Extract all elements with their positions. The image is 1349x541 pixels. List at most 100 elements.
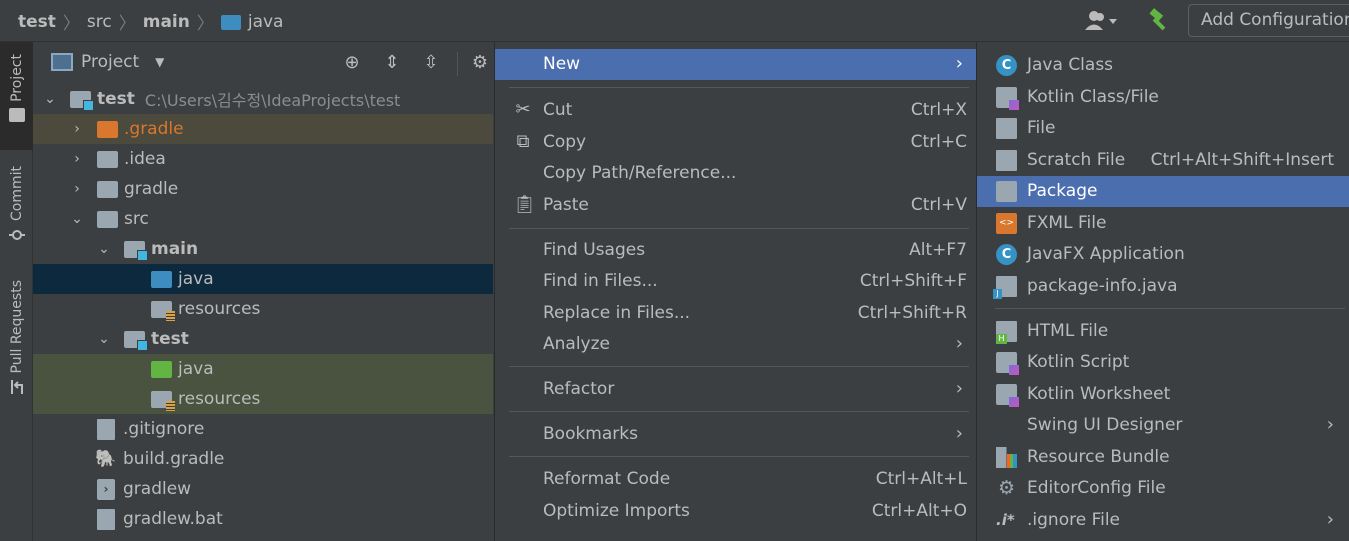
chevron-right-icon: › (955, 53, 963, 74)
menu-item-optimize-imports[interactable]: Optimize Imports Ctrl+Alt+O (495, 496, 977, 527)
menu-item-new[interactable]: New › (495, 49, 977, 80)
breadcrumb-item-src[interactable]: src (87, 12, 112, 32)
submenu-item-scratch-file[interactable]: Scratch File Ctrl+Alt+Shift+Insert (977, 145, 1349, 176)
submenu-item-editorconfig[interactable]: ⚙ EditorConfig File (977, 473, 1349, 504)
breadcrumb-item-test[interactable]: test (18, 12, 56, 32)
submenu-item-label: Java Class (1027, 55, 1114, 75)
submenu-item-resource-bundle[interactable]: Resource Bundle (977, 442, 1349, 473)
submenu-item-javafx-application[interactable]: C JavaFX Application (977, 239, 1349, 270)
project-window-icon (51, 53, 73, 71)
expand-all-icon[interactable]: ⇕ (381, 52, 403, 74)
menu-item-reformat-code[interactable]: Reformat Code Ctrl+Alt+L (495, 464, 977, 495)
menu-item-find-in-files[interactable]: Find in Files... Ctrl+Shift+F (495, 266, 977, 297)
tree-item-idea[interactable]: › .idea (33, 144, 493, 174)
fxml-file-icon: <> (996, 213, 1017, 234)
copy-icon: ⧉ (516, 131, 530, 152)
scissors-icon: ✂ (515, 99, 531, 120)
navigation-bar: test 〉 src 〉 main 〉 java Add Configurati… (0, 0, 1349, 42)
submenu-item-html-file[interactable]: HTML File (977, 316, 1349, 347)
tree-item-label: gradle (124, 179, 179, 199)
menu-item-label: Reformat Code (543, 469, 671, 489)
build-hammer-icon[interactable] (1146, 7, 1172, 33)
menu-item-copy[interactable]: ⧉ Copy Ctrl+C (495, 127, 977, 158)
tree-item-label: main (151, 239, 199, 259)
breadcrumb-separator: 〉 (118, 14, 136, 34)
tree-item-gradlew-bat[interactable]: gradlew.bat (33, 504, 493, 534)
source-folder-icon (151, 270, 172, 288)
menu-item-refactor[interactable]: Refactor › (495, 374, 977, 405)
tree-item-main-java[interactable]: java (33, 264, 493, 294)
tree-item-label: java (178, 269, 214, 289)
gear-icon[interactable]: ⚙ (469, 52, 491, 74)
menu-item-bookmarks[interactable]: Bookmarks › (495, 419, 977, 450)
user-icon[interactable] (1083, 9, 1121, 33)
submenu-item-kotlin-class[interactable]: Kotlin Class/File (977, 82, 1349, 113)
resource-bundle-icon (996, 447, 1017, 468)
tree-item-gitignore[interactable]: .gitignore (33, 414, 493, 444)
tree-item-gradle-cache[interactable]: › .gradle (33, 114, 493, 144)
resources-folder-icon (151, 300, 175, 321)
project-view-selector[interactable]: Project ▼ (51, 52, 164, 72)
tree-item-test-resources[interactable]: resources (33, 384, 493, 414)
shortcut-label: Alt+F7 (909, 240, 967, 260)
tab-commit-label: Commit (8, 166, 25, 221)
tree-item-label: gradlew.bat (123, 509, 223, 529)
chevron-down-icon[interactable]: ⌄ (43, 91, 57, 107)
pull-request-icon (9, 379, 25, 395)
submenu-item-ignore-file[interactable]: .i* .ignore File › (977, 505, 1349, 536)
breadcrumb-item-java[interactable]: java (248, 12, 284, 32)
java-class-icon: C (996, 55, 1017, 76)
menu-item-analyze[interactable]: Analyze › (495, 329, 977, 360)
menu-separator (509, 228, 969, 229)
submenu-item-fxml-file[interactable]: <> FXML File (977, 208, 1349, 239)
tab-pull-requests-label: Pull Requests (8, 280, 25, 374)
clipboard-icon: 📋︎ (513, 194, 536, 215)
submenu-item-label: Resource Bundle (1027, 447, 1170, 467)
menu-item-label: Bookmarks (543, 424, 638, 444)
submenu-item-kotlin-script[interactable]: Kotlin Script (977, 347, 1349, 378)
tree-item-label: gradlew (123, 479, 192, 499)
chevron-down-icon[interactable]: ⌄ (70, 211, 84, 227)
chevron-down-icon[interactable]: ⌄ (97, 331, 111, 347)
menu-item-paste[interactable]: 📋︎ Paste Ctrl+V (495, 190, 977, 221)
tree-item-test[interactable]: ⌄ test (33, 324, 493, 354)
submenu-item-file[interactable]: File (977, 113, 1349, 144)
tree-item-src[interactable]: ⌄ src (33, 204, 493, 234)
menu-item-find-usages[interactable]: Find Usages Alt+F7 (495, 235, 977, 266)
tree-item-main[interactable]: ⌄ main (33, 234, 493, 264)
menu-item-cut[interactable]: ✂ Cut Ctrl+X (495, 95, 977, 126)
tab-project[interactable]: Project (0, 42, 33, 150)
menu-item-label: New (543, 54, 581, 74)
collapse-all-icon[interactable]: ⇳ (420, 52, 442, 74)
tab-pull-requests[interactable]: Pull Requests (0, 274, 33, 404)
tree-item-main-resources[interactable]: resources (33, 294, 493, 324)
submenu-item-java-class[interactable]: C Java Class (977, 50, 1349, 81)
tree-item-gradlew[interactable]: › gradlew (33, 474, 493, 504)
submenu-item-label: .ignore File (1027, 510, 1121, 530)
chevron-right-icon[interactable]: › (70, 151, 84, 167)
locate-target-icon[interactable]: ⊕ (341, 52, 363, 74)
tree-item-test-java[interactable]: java (33, 354, 493, 384)
tree-item-label: .idea (124, 149, 166, 169)
submenu-item-package[interactable]: Package (977, 176, 1349, 207)
breadcrumb-item-main[interactable]: main (143, 12, 190, 32)
tree-item-root-test[interactable]: ⌄ test C:\Users\김수정\IdeaProjects\test (33, 84, 493, 114)
menu-item-copy-path[interactable]: Copy Path/Reference... (495, 158, 977, 189)
text-file-icon (97, 508, 115, 530)
menu-item-replace-in-files[interactable]: Replace in Files... Ctrl+Shift+R (495, 298, 977, 329)
tree-item-build-gradle[interactable]: 🐘 build.gradle (33, 444, 493, 474)
add-configuration-button[interactable]: Add Configuration... (1188, 4, 1349, 37)
tree-item-gradle[interactable]: › gradle (33, 174, 493, 204)
gear-icon: ⚙ (997, 477, 1016, 499)
submenu-item-swing-ui-designer[interactable]: Swing UI Designer › (977, 410, 1349, 441)
submenu-item-label: Scratch File (1027, 150, 1126, 170)
java-file-icon (993, 276, 1017, 299)
chevron-right-icon[interactable]: › (70, 121, 84, 137)
chevron-right-icon[interactable]: › (70, 181, 84, 197)
chevron-down-icon[interactable]: ⌄ (97, 241, 111, 257)
submenu-item-kotlin-worksheet[interactable]: Kotlin Worksheet (977, 379, 1349, 410)
menu-separator (509, 411, 969, 412)
submenu-item-package-info[interactable]: package-info.java (977, 271, 1349, 302)
project-tool-window: Project ▼ ⊕ ⇕ ⇳ ⚙ ⌄ test C:\Users\김수정\Id… (33, 42, 493, 541)
tab-commit[interactable]: Commit (0, 160, 33, 260)
